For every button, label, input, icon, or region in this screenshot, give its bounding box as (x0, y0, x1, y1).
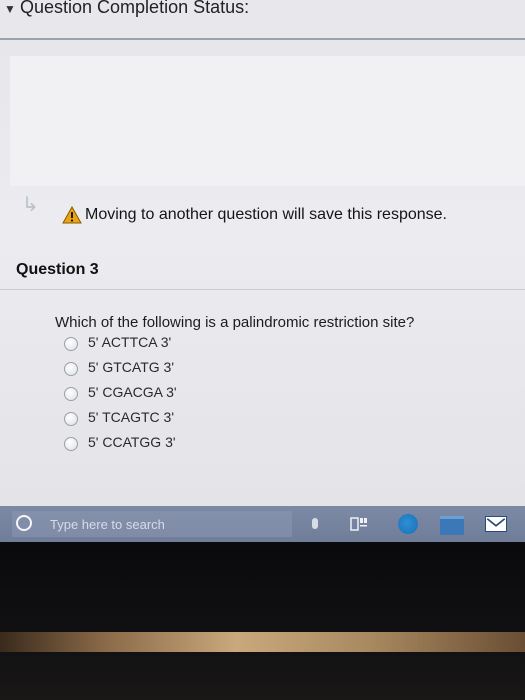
status-title: Question Completion Status: (20, 0, 250, 17)
question-header: Question 3 (0, 252, 525, 290)
save-notice-message: Moving to another question will save thi… (85, 206, 447, 223)
question-title: Question 3 (16, 261, 99, 278)
response-panel (10, 56, 525, 186)
question-prompt: Which of the following is a palindromic … (55, 314, 415, 331)
cortana-icon[interactable] (16, 515, 32, 531)
answer-option[interactable]: 5' CCATGG 3' (64, 434, 304, 459)
answer-option[interactable]: 5' GTCATG 3' (64, 359, 304, 384)
answer-option-label[interactable]: 5' TCAGTC 3' (88, 409, 174, 425)
warning-icon (62, 206, 82, 224)
save-notice: ↳ Moving to another question will save t… (22, 194, 502, 234)
answer-option-label[interactable]: 5' CGACGA 3' (88, 384, 177, 400)
monitor-bezel (0, 542, 525, 700)
monitor-edge-strip (0, 632, 525, 652)
answer-option-label[interactable]: 5' CCATGG 3' (88, 434, 176, 450)
radio-button[interactable] (64, 387, 78, 401)
answer-option[interactable]: 5' TCAGTC 3' (64, 409, 304, 434)
file-explorer-icon[interactable] (440, 516, 464, 535)
chevron-down-icon[interactable]: ▼ (4, 2, 16, 16)
radio-button[interactable] (64, 412, 78, 426)
answer-option[interactable]: 5' ACTTCA 3' (64, 334, 304, 359)
answer-option-label[interactable]: 5' ACTTCA 3' (88, 334, 171, 350)
answer-option-label[interactable]: 5' GTCATG 3' (88, 359, 174, 375)
windows-taskbar: Type here to search (0, 506, 525, 542)
question-divider (0, 289, 525, 290)
microphone-icon[interactable] (312, 518, 318, 529)
radio-button[interactable] (64, 362, 78, 376)
question-completion-status-header[interactable]: ▼ Question Completion Status: (0, 0, 525, 38)
mail-icon[interactable] (485, 516, 507, 532)
radio-button[interactable] (64, 337, 78, 351)
return-arrow-icon: ↳ (22, 194, 39, 216)
task-view-icon[interactable] (350, 516, 368, 532)
radio-button[interactable] (64, 437, 78, 451)
edge-icon[interactable] (398, 514, 418, 534)
browser-viewport: ▼ Question Completion Status: ↳ Moving t… (0, 0, 525, 508)
answer-option[interactable]: 5' CGACGA 3' (64, 384, 304, 409)
search-placeholder[interactable]: Type here to search (50, 517, 165, 532)
answer-options: 5' ACTTCA 3' 5' GTCATG 3' 5' CGACGA 3' 5… (64, 334, 304, 459)
header-divider (0, 38, 525, 40)
